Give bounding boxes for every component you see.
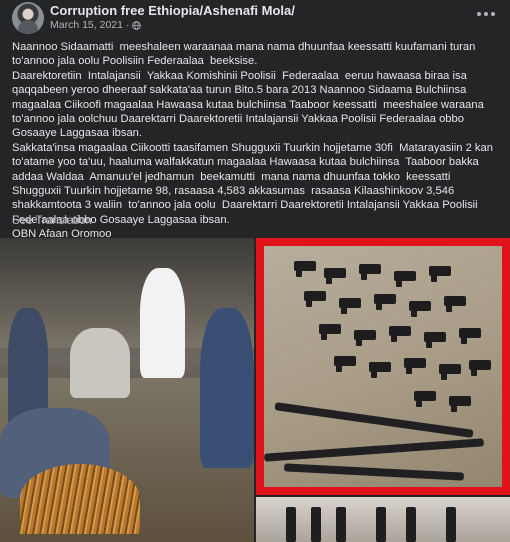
photo-pistol (324, 268, 346, 284)
photo-pistol (304, 291, 326, 307)
post-photo-weapons-highlighted[interactable] (256, 238, 510, 495)
photo-pistol (359, 264, 381, 280)
more-options-icon[interactable] (474, 6, 498, 22)
post-body: Naannoo Sidaamatti meeshaleen waraanaa m… (12, 40, 500, 242)
globe-icon[interactable] (132, 20, 142, 30)
photo-pistol (409, 301, 431, 317)
see-translation-link[interactable]: See Translation (12, 215, 92, 227)
photo-pistol (459, 328, 481, 344)
photo-pistol (439, 364, 461, 380)
photo-pistol (374, 294, 396, 310)
post-date[interactable]: March 15, 2021 (50, 19, 123, 31)
photo-pistol (369, 362, 391, 378)
photo-pistol (469, 360, 491, 376)
photo-pistol (334, 356, 356, 372)
photo-rifle (311, 507, 321, 542)
photo-pistol (339, 298, 361, 314)
photo-person (70, 328, 130, 398)
meta-separator: · (125, 19, 130, 31)
photo-pistol (294, 261, 316, 277)
photo-pistol (389, 326, 411, 342)
photo-pistol (414, 391, 436, 407)
photo-pistol (394, 271, 416, 287)
photo-pistol (429, 266, 451, 282)
post-paragraph: Daarektoretiin Intalajansii Yakkaa Komis… (12, 69, 491, 140)
photo-ammunition-pile (20, 464, 140, 534)
post-photo-officers[interactable] (0, 238, 254, 542)
photo-rifle (406, 507, 416, 542)
photo-rifle (286, 507, 296, 542)
photo-rifle (446, 507, 456, 542)
photo-pistol (449, 396, 471, 412)
photo-pistol (319, 324, 341, 340)
weapons-photo-inner (264, 246, 502, 487)
post-header: Corruption free Ethiopia/Ashenafi Mola/ … (0, 0, 510, 36)
post-meta: March 15, 2021 · (50, 19, 142, 31)
photo-rifle (264, 438, 485, 462)
photo-rifle (336, 507, 346, 542)
author-avatar[interactable] (12, 2, 44, 34)
photo-person (140, 268, 185, 378)
photo-rifle (376, 507, 386, 542)
photo-pistol (424, 332, 446, 348)
photo-rifle (274, 402, 474, 438)
photo-person (200, 308, 254, 468)
photo-pistol (444, 296, 466, 312)
author-name[interactable]: Corruption free Ethiopia/Ashenafi Mola/ (50, 3, 295, 18)
photo-rifle (283, 463, 465, 481)
post-photo-more[interactable] (256, 497, 510, 542)
photo-pistol (354, 330, 376, 346)
photo-pistol (404, 358, 426, 374)
post-paragraph: Naannoo Sidaamatti meeshaleen waraanaa m… (12, 41, 479, 68)
